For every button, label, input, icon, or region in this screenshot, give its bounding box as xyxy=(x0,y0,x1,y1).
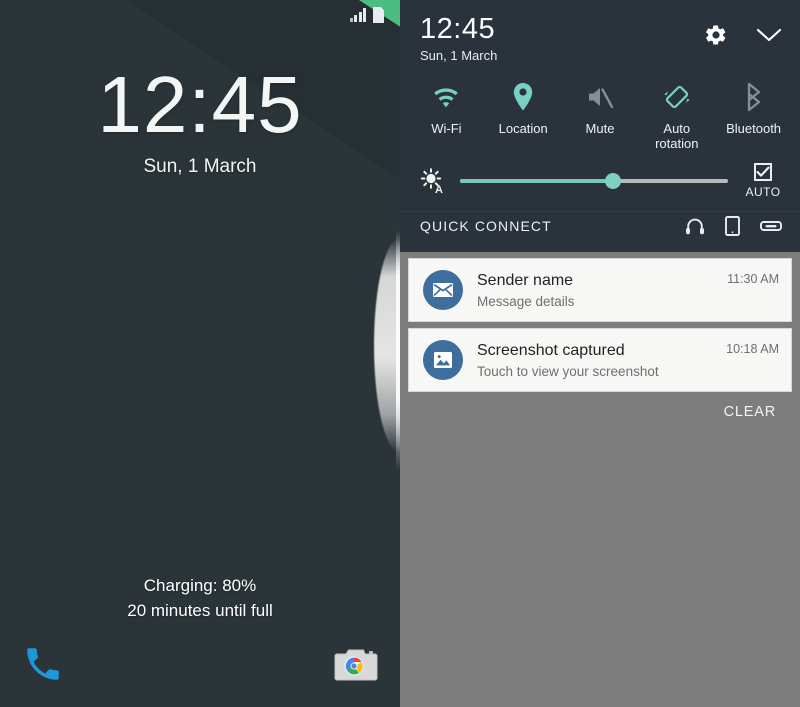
clear-row: CLEAR xyxy=(408,398,792,420)
auto-brightness-label: AUTO xyxy=(745,185,781,199)
charging-status: Charging: 80% 20 minutes until full xyxy=(0,573,400,623)
quick-connect-row[interactable]: QUICK CONNECT xyxy=(400,211,800,250)
toggle-mute[interactable]: Mute xyxy=(563,79,637,151)
notification-body: Screenshot captured Touch to view your s… xyxy=(477,341,704,380)
envelope-icon xyxy=(433,283,453,297)
brightness-row: A AUTO xyxy=(400,157,800,211)
toggle-auto-rotation[interactable]: Auto rotation xyxy=(640,79,714,151)
lock-screen-date: Sun, 1 March xyxy=(143,156,257,177)
clear-button[interactable]: CLEAR xyxy=(724,404,776,420)
avatar xyxy=(423,270,463,310)
lock-screen-clock: 12:45 Sun, 1 March xyxy=(0,62,400,178)
auto-brightness-checkbox[interactable] xyxy=(754,163,772,181)
brightness-track-fill xyxy=(460,179,613,183)
shade-header-actions xyxy=(704,14,782,47)
lock-screen-status-bar xyxy=(0,0,400,30)
quick-toggles-row: Wi-Fi Location Mute Auto rotation Blueto… xyxy=(400,69,800,157)
avatar xyxy=(423,340,463,380)
notification-body: Sender name Message details xyxy=(477,271,705,310)
lock-screen[interactable]: 12:45 Sun, 1 March Charging: 80% 20 minu… xyxy=(0,0,400,707)
mute-speaker-icon xyxy=(585,79,615,115)
notification-time: 11:30 AM xyxy=(727,272,779,286)
svg-text:A: A xyxy=(435,184,443,196)
phone-shortcut[interactable] xyxy=(22,643,64,685)
brightness-slider[interactable] xyxy=(460,170,728,192)
quick-settings-panel: 12:45 Sun, 1 March Wi-Fi Location Mute A… xyxy=(400,0,800,252)
shade-clock: 12:45 Sun, 1 March xyxy=(420,13,704,64)
toggle-location-label: Location xyxy=(498,121,548,136)
charging-time-text: 20 minutes until full xyxy=(127,601,273,620)
auto-rotate-icon xyxy=(662,79,692,115)
notification-title: Sender name xyxy=(477,271,574,289)
notification-item-message[interactable]: Sender name Message details 11:30 AM xyxy=(408,258,792,322)
charging-percent-text: Charging: 80% xyxy=(143,576,257,595)
camera-shortcut[interactable] xyxy=(334,645,378,683)
notification-item-screenshot[interactable]: Screenshot captured Touch to view your s… xyxy=(408,328,792,392)
battery-charging-icon xyxy=(373,7,384,23)
tablet-icon[interactable] xyxy=(725,216,740,236)
notification-title: Screenshot captured xyxy=(477,341,625,359)
speaker-dongle-icon[interactable] xyxy=(760,219,782,233)
auto-brightness-checkbox-group[interactable]: AUTO xyxy=(740,163,786,199)
notification-subtitle: Touch to view your screenshot xyxy=(477,363,659,379)
toggle-mute-label: Mute xyxy=(585,121,615,136)
screenshot-root: 12:45 Sun, 1 March Charging: 80% 20 minu… xyxy=(0,0,800,707)
headphones-icon[interactable] xyxy=(685,217,705,235)
check-icon xyxy=(756,166,770,177)
toggle-wifi[interactable]: Wi-Fi xyxy=(409,79,483,151)
quick-connect-title: QUICK CONNECT xyxy=(420,218,552,234)
phone-icon xyxy=(27,648,59,680)
toggle-bluetooth[interactable]: Bluetooth xyxy=(717,79,791,151)
notification-shade[interactable]: 12:45 Sun, 1 March Wi-Fi Location Mute A… xyxy=(400,0,800,707)
camera-icon xyxy=(334,649,378,681)
lock-screen-time: 12:45 xyxy=(97,60,303,149)
shade-time: 12:45 xyxy=(420,13,496,45)
auto-brightness-icon[interactable]: A xyxy=(418,166,448,196)
location-pin-icon xyxy=(511,79,535,115)
notification-time: 10:18 AM xyxy=(726,342,779,356)
image-icon xyxy=(434,352,452,368)
notification-subtitle: Message details xyxy=(477,293,575,309)
shade-header: 12:45 Sun, 1 March xyxy=(400,0,800,69)
chevron-down-icon[interactable] xyxy=(756,26,782,44)
bluetooth-icon xyxy=(743,79,765,115)
wifi-icon xyxy=(431,79,461,115)
quick-connect-devices xyxy=(685,216,782,236)
gear-icon[interactable] xyxy=(704,23,728,47)
brightness-knob[interactable] xyxy=(604,173,621,189)
toggle-bluetooth-label: Bluetooth xyxy=(726,121,782,136)
signal-bars-icon xyxy=(349,8,366,22)
shade-date: Sun, 1 March xyxy=(420,48,498,63)
notification-list: Sender name Message details 11:30 AM Scr… xyxy=(400,252,800,420)
toggle-auto-rotation-label: Auto rotation xyxy=(655,121,699,151)
toggle-wifi-label: Wi-Fi xyxy=(431,121,462,136)
toggle-location[interactable]: Location xyxy=(486,79,560,151)
